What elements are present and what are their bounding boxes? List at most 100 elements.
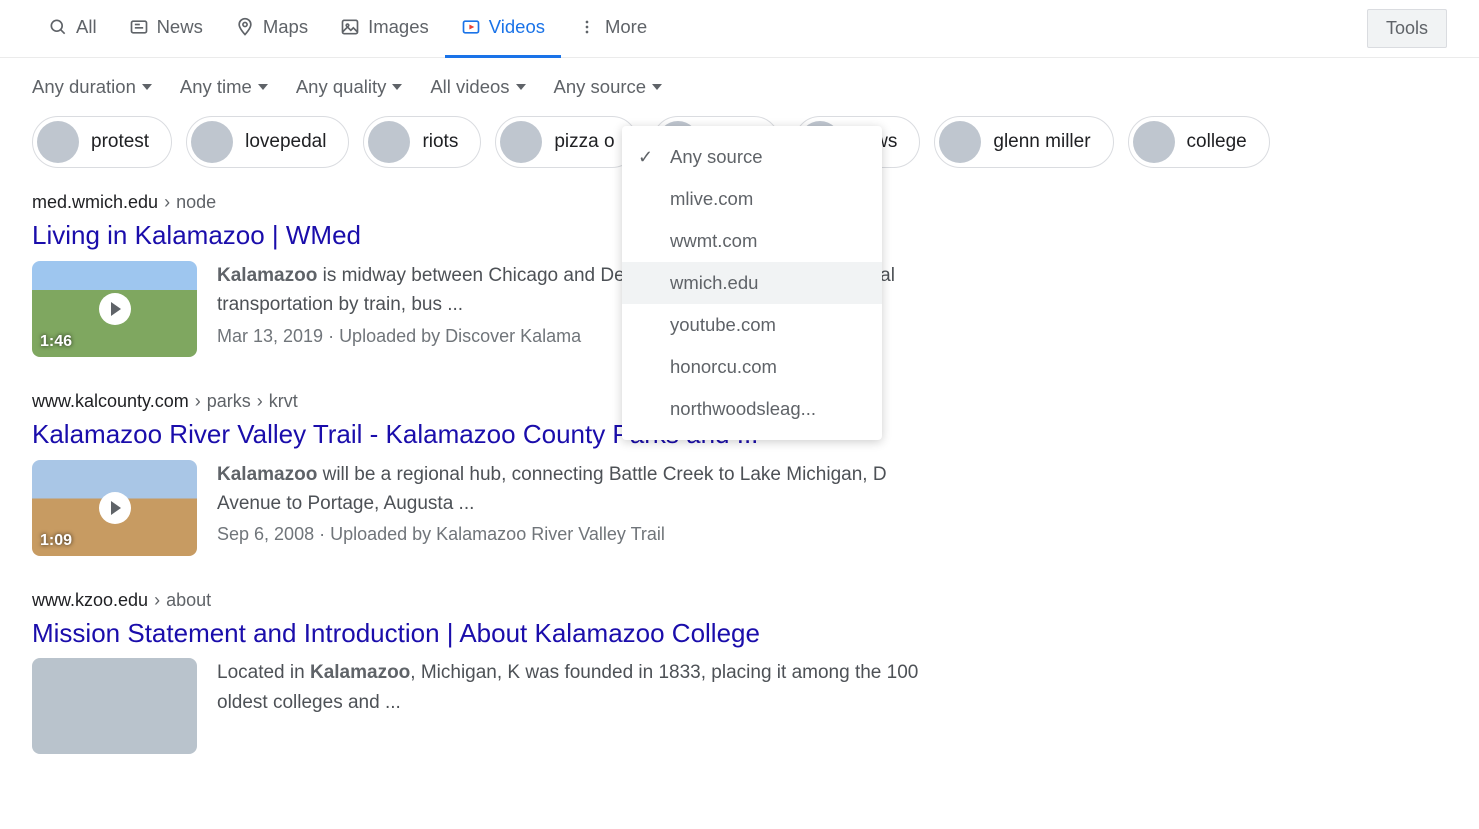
tab-videos[interactable]: Videos [445,0,561,58]
result-text: Located in Kalamazoo, Michigan, K was fo… [217,658,928,754]
tab-maps[interactable]: Maps [219,0,324,58]
result-bold: Kalamazoo [217,265,317,286]
video-duration: 1:46 [40,333,72,351]
video-thumbnail[interactable]: 1:46 [32,261,197,357]
cite-sep: › [195,391,201,412]
cite-host: www.kalcounty.com [32,391,189,412]
filter-source[interactable]: Any source [554,76,663,98]
tabs-row: All News Maps Images Videos More Tools [0,0,1479,58]
tab-label: News [157,16,203,38]
search-icon [48,17,68,37]
chip-thumb [500,121,542,163]
dropdown-item-label: Any source [670,146,763,168]
source-dropdown: Any source mlive.com wwmt.com wmich.edu yout… [622,126,882,440]
result-cite: www.kzoo.edu › about [32,590,928,611]
filter-time[interactable]: Any time [180,76,268,98]
chip-protest[interactable]: protest [32,116,172,168]
chip-thumb [939,121,981,163]
chip-thumb [191,121,233,163]
tabs: All News Maps Images Videos More [32,0,663,58]
result-meta: Sep 6, 2008 · Uploaded by Kalamazoo Rive… [217,524,928,545]
dropdown-item[interactable]: honorcu.com [622,346,882,388]
cite-crumb: krvt [269,391,298,412]
tab-label: All [76,16,97,38]
filter-label: Any duration [32,76,136,98]
filter-label: Any quality [296,76,387,98]
chip-thumb [368,121,410,163]
filter-videos[interactable]: All videos [430,76,525,98]
tab-label: Images [368,16,429,38]
dropdown-item[interactable]: youtube.com [622,304,882,346]
tab-news[interactable]: News [113,0,219,58]
chip-college[interactable]: college [1128,116,1270,168]
cite-sep: › [164,192,170,213]
tab-label: Maps [263,16,308,38]
chip-riots[interactable]: riots [363,116,481,168]
chip-thumb [1133,121,1175,163]
filter-label: Any source [554,76,647,98]
video-thumbnail[interactable]: 1:09 [32,460,197,556]
result-bold: Kalamazoo [310,662,410,683]
cite-host: www.kzoo.edu [32,590,148,611]
caret-icon [516,84,526,90]
cite-crumb: node [176,192,216,213]
filters-row: Any duration Any time Any quality All vi… [0,58,1479,106]
filter-quality[interactable]: Any quality [296,76,403,98]
result-title[interactable]: Mission Statement and Introduction | Abo… [32,617,928,651]
dropdown-item[interactable]: wmich.edu [622,262,882,304]
chip-label: protest [91,131,149,153]
video-duration: 1:09 [40,532,72,550]
tab-all[interactable]: All [32,0,113,58]
cite-sep: › [154,590,160,611]
dropdown-item-label: wmich.edu [670,272,758,294]
dropdown-item[interactable]: northwoodsleag... [622,388,882,430]
news-icon [129,17,149,37]
dropdown-item-label: wwmt.com [670,230,757,252]
caret-icon [142,84,152,90]
filter-label: Any time [180,76,252,98]
result-body: Located in Kalamazoo, Michigan, K was fo… [32,658,928,754]
dropdown-item[interactable]: mlive.com [622,178,882,220]
result-body: 1:09 Kalamazoo will be a regional hub, co… [32,460,928,556]
dropdown-item[interactable]: wwmt.com [622,220,882,262]
video-icon [461,17,481,37]
result-desc: Kalamazoo will be a regional hub, connec… [217,460,928,519]
dropdown-item[interactable]: Any source [622,136,882,178]
pin-icon [235,17,255,37]
chip-label: glenn miller [993,131,1090,153]
chip-lovepedal[interactable]: lovepedal [186,116,349,168]
cite-crumb: about [166,590,211,611]
video-thumbnail[interactable] [32,658,197,754]
chip-thumb [37,121,79,163]
cite-sep: › [257,391,263,412]
tools-button[interactable]: Tools [1367,9,1447,48]
cite-host: med.wmich.edu [32,192,158,213]
tab-images[interactable]: Images [324,0,445,58]
result-text: Kalamazoo will be a regional hub, connec… [217,460,928,556]
caret-icon [258,84,268,90]
tab-label: Videos [489,16,545,38]
caret-icon [652,84,662,90]
result-desc: Located in Kalamazoo, Michigan, K was fo… [217,658,928,717]
dots-icon [577,17,597,37]
chip-label: pizza o [554,131,614,153]
filter-label: All videos [430,76,509,98]
play-icon [99,492,131,524]
dropdown-item-label: youtube.com [670,314,776,336]
tab-label: More [605,16,647,38]
dropdown-item-label: honorcu.com [670,356,777,378]
dropdown-item-label: northwoodsleag... [670,398,816,420]
image-icon [340,17,360,37]
search-result: www.kzoo.edu › about Mission Statement an… [32,590,928,755]
caret-icon [392,84,402,90]
chip-pizza-o[interactable]: pizza o [495,116,637,168]
tab-more[interactable]: More [561,0,663,58]
result-bold: Kalamazoo [217,464,317,485]
chip-label: lovepedal [245,131,326,153]
play-icon [99,293,131,325]
dropdown-item-label: mlive.com [670,188,753,210]
chip-label: riots [422,131,458,153]
chip-label: college [1187,131,1247,153]
filter-duration[interactable]: Any duration [32,76,152,98]
chip-glenn-miller[interactable]: glenn miller [934,116,1113,168]
